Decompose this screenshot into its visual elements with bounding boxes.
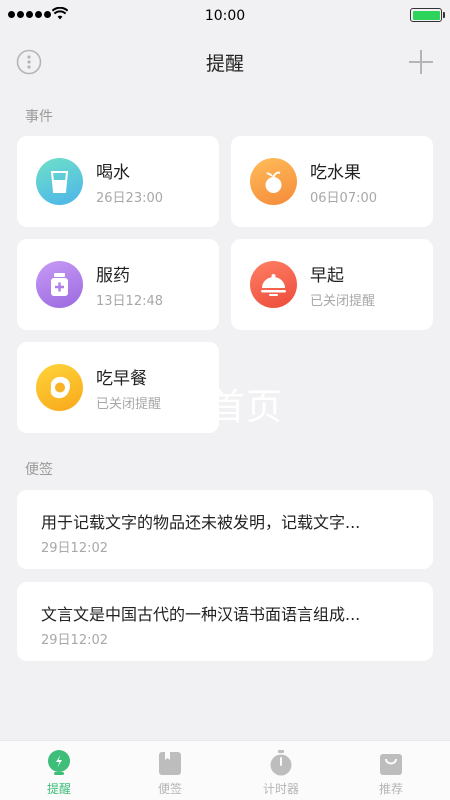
notepad-icon [159, 752, 181, 775]
event-title: 早起 [310, 266, 344, 286]
water-glass-icon [36, 158, 83, 205]
tab-label: 推荐 [378, 782, 403, 796]
event-title: 喝水 [96, 163, 130, 183]
reminder-bulb-icon [48, 750, 70, 775]
tab-bar: 提醒 便签 计时器 推荐 [0, 740, 450, 800]
tab-label: 计时器 [262, 782, 299, 796]
event-time: 26日23:00 [96, 191, 164, 206]
event-time: 06日07:00 [310, 191, 378, 206]
breakfast-dome-icon [250, 261, 297, 308]
stopwatch-icon [270, 750, 292, 776]
note-date: 29日12:02 [41, 541, 109, 556]
tab-label: 便签 [157, 782, 182, 796]
event-status: 已关闭提醒 [310, 294, 376, 309]
fried-egg-icon [36, 364, 83, 411]
event-card-take-medicine[interactable]: 服药 13日12:48 [17, 239, 219, 330]
note-text: 用于记载文字的物品还未被发明，记载文字... [41, 513, 361, 532]
page-title: 提醒 [205, 53, 244, 75]
shopping-bag-icon [380, 754, 402, 775]
tab-timer[interactable]: 计时器 [241, 741, 321, 800]
tab-notes[interactable]: 便签 [130, 741, 210, 800]
event-title: 吃早餐 [96, 369, 147, 389]
event-title: 服药 [96, 266, 130, 286]
event-card-eat-breakfast[interactable]: 吃早餐 已关闭提醒 [17, 342, 219, 433]
status-bar: 10:00 [0, 0, 450, 32]
event-card-eat-fruit[interactable]: 吃水果 06日07:00 [231, 136, 433, 227]
note-card[interactable]: 文言文是中国古代的一种汉语书面语言组成... 29日12:02 [17, 582, 433, 661]
event-card-wake-early[interactable]: 早起 已关闭提醒 [231, 239, 433, 330]
events-section-label: 事件 [25, 109, 53, 125]
battery-icon [410, 8, 445, 22]
tab-recommend[interactable]: 推荐 [351, 741, 431, 800]
tab-label: 提醒 [46, 782, 71, 796]
fruit-icon [250, 158, 297, 205]
note-date: 29日12:02 [41, 633, 109, 648]
medicine-bottle-icon [36, 261, 83, 308]
add-icon[interactable] [408, 49, 434, 75]
event-title: 吃水果 [310, 163, 361, 183]
note-card[interactable]: 用于记载文字的物品还未被发明，记载文字... 29日12:02 [17, 490, 433, 569]
nav-bar: 提醒 [0, 32, 450, 90]
tab-reminder[interactable]: 提醒 [19, 741, 99, 800]
event-card-drink-water[interactable]: 喝水 26日23:00 [17, 136, 219, 227]
status-time: 10:00 [204, 8, 246, 24]
notes-section-label: 便签 [25, 462, 53, 478]
event-time: 13日12:48 [96, 294, 164, 309]
event-status: 已关闭提醒 [96, 397, 162, 412]
note-text: 文言文是中国古代的一种汉语书面语言组成... [41, 605, 361, 624]
